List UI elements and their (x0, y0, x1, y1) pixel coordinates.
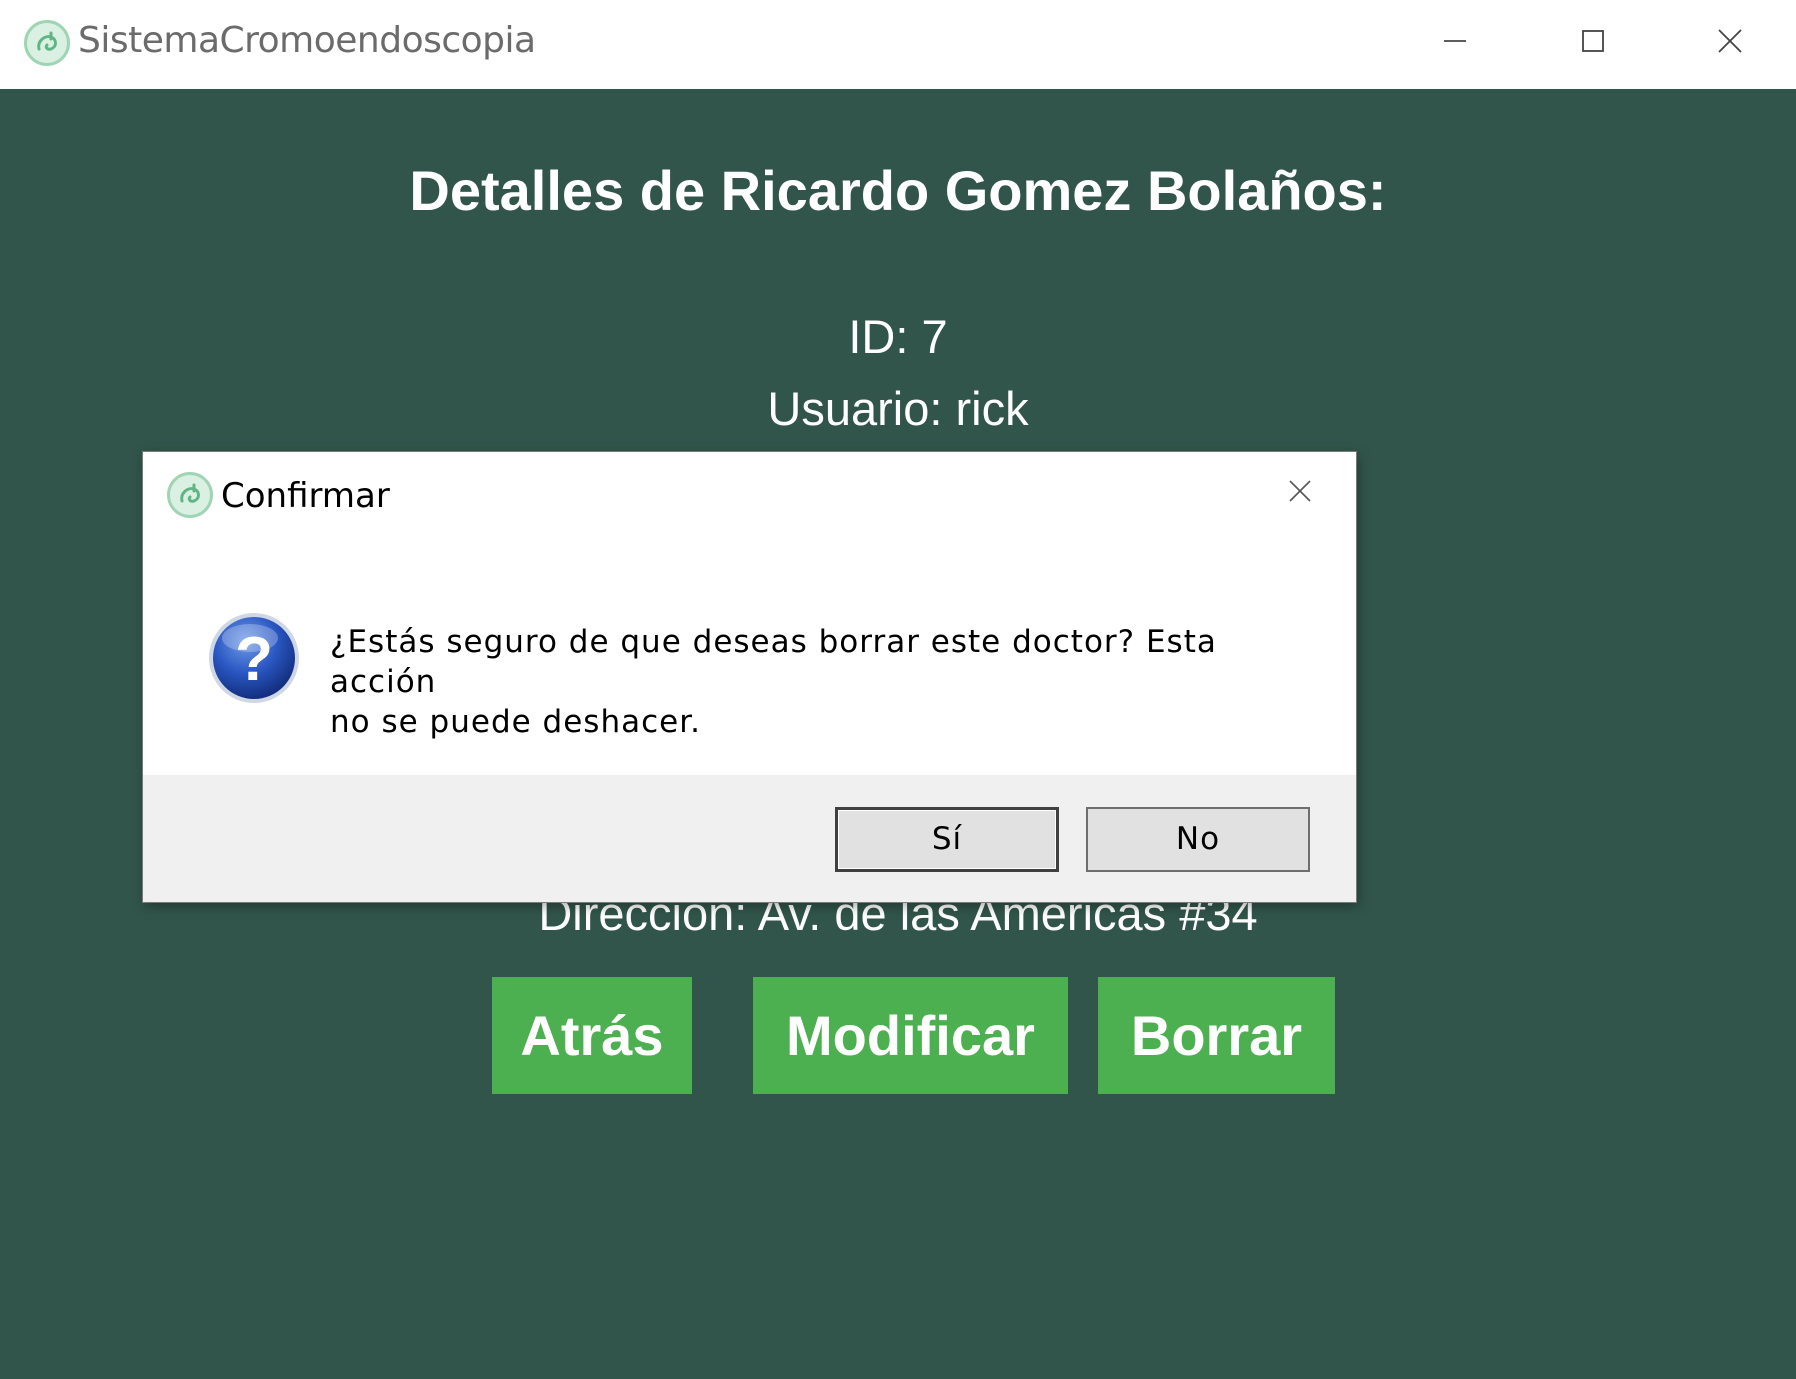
dialog-app-logo-icon (167, 472, 213, 518)
page-title: Detalles de Ricardo Gomez Bolaños: (409, 159, 1387, 222)
title-bar[interactable]: SistemaCromoendoscopia (0, 0, 1796, 89)
dialog-footer: Sí No (143, 775, 1356, 902)
dialog-message: ¿Estás seguro de que deseas borrar este … (330, 622, 1290, 742)
no-button[interactable]: No (1086, 807, 1310, 872)
minimize-button[interactable] (1386, 0, 1524, 82)
maximize-button[interactable] (1524, 0, 1662, 82)
dialog-message-line-2: no se puede deshacer. (330, 704, 701, 740)
confirm-dialog: Confirmar ? ¿Estás seguro de que deseas … (143, 452, 1356, 902)
dialog-title: Confirmar (221, 476, 390, 516)
app-window: SistemaCromoendoscopia Detalles de Ricar… (0, 0, 1796, 1379)
back-button[interactable]: Atrás (492, 977, 692, 1094)
doctor-usuario: Usuario: rick (767, 382, 1029, 435)
doctor-id: ID: 7 (848, 310, 948, 363)
dialog-message-line-1: ¿Estás seguro de que deseas borrar este … (330, 624, 1217, 700)
minimize-icon (1444, 40, 1466, 42)
close-icon (1289, 480, 1311, 502)
close-button[interactable] (1661, 0, 1796, 82)
delete-button[interactable]: Borrar (1098, 977, 1335, 1094)
app-logo-icon (24, 20, 70, 66)
yes-button[interactable]: Sí (835, 807, 1059, 872)
dialog-close-button[interactable] (1285, 476, 1315, 506)
window-title: SistemaCromoendoscopia (78, 20, 536, 61)
maximize-icon (1582, 30, 1604, 52)
svg-text:?: ? (235, 625, 273, 694)
question-icon: ? (206, 610, 302, 706)
modify-button[interactable]: Modificar (753, 977, 1068, 1094)
close-icon (1718, 29, 1742, 53)
